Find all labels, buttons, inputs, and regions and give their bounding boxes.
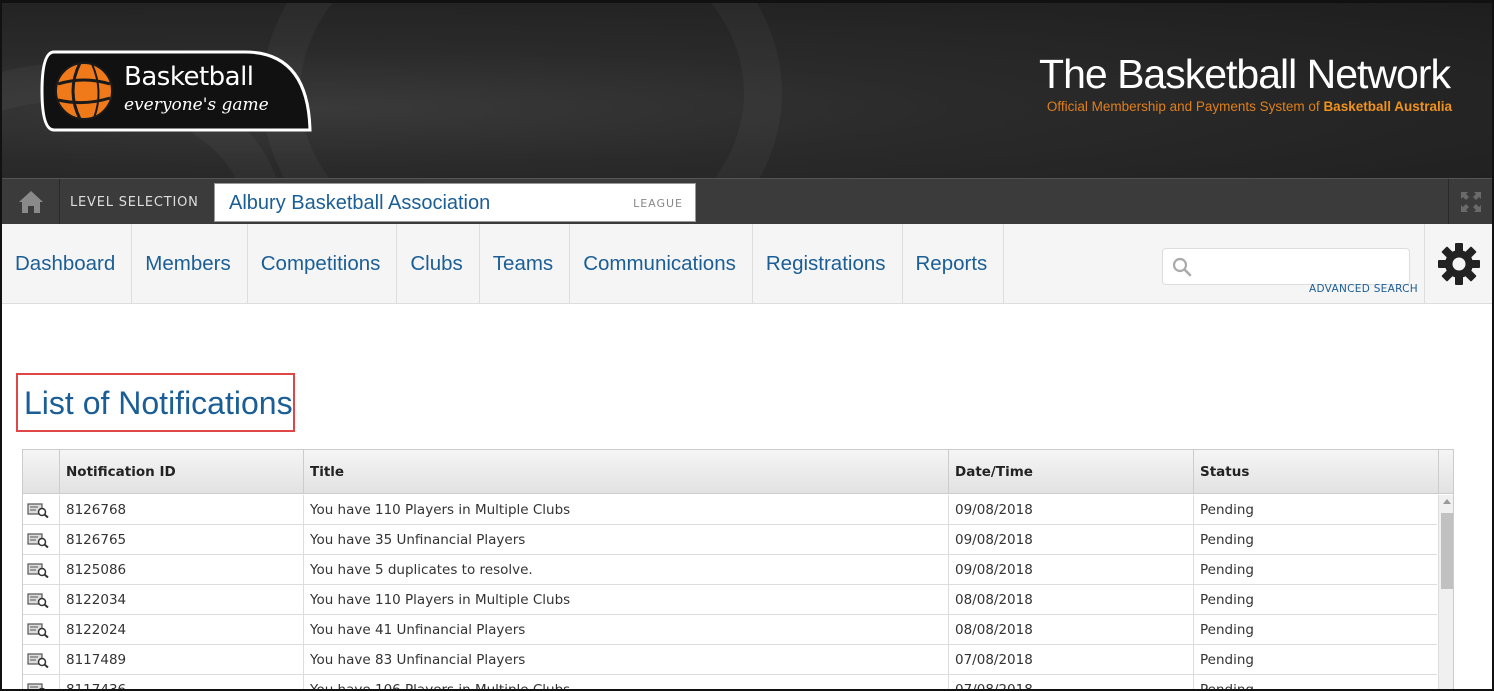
table-body: 8126768 You have 110 Players in Multiple…: [23, 495, 1437, 691]
app-frame: Basketball everyone's game The Basketbal…: [0, 0, 1494, 691]
level-selector[interactable]: Albury Basketball Association LEAGUE: [214, 183, 696, 222]
main-nav: Dashboard Members Competitions Clubs Tea…: [2, 224, 1492, 304]
datetime-cell: 07/08/2018: [949, 645, 1194, 675]
nav-item-teams[interactable]: Teams: [480, 224, 571, 304]
view-details-icon[interactable]: [27, 562, 49, 578]
settings-button[interactable]: [1424, 224, 1492, 304]
view-details-icon[interactable]: [27, 622, 49, 638]
notifications-table: Notification ID Title Date/Time Status 8…: [22, 449, 1454, 691]
brand-subtitle-prefix: Official Membership and Payments System …: [1046, 99, 1324, 114]
table-row[interactable]: 8117436 You have 106 Players in Multiple…: [23, 675, 1437, 691]
datetime-cell: 09/08/2018: [949, 525, 1194, 555]
search-box[interactable]: [1162, 248, 1410, 285]
title-cell: You have 41 Unfinancial Players: [304, 615, 949, 645]
header-view-column: [23, 450, 60, 494]
view-details-icon[interactable]: [27, 502, 49, 518]
scrollbar-thumb[interactable]: [1441, 513, 1453, 589]
nav-item-reports[interactable]: Reports: [903, 224, 1005, 304]
nav-item-competitions[interactable]: Competitions: [248, 224, 398, 304]
notification-id-cell: 8122024: [60, 615, 304, 645]
status-cell: Pending: [1200, 592, 1254, 608]
status-cell: Pending: [1200, 562, 1254, 578]
home-icon: [18, 191, 43, 213]
brand-subtitle-bold: Basketball Australia: [1323, 99, 1452, 114]
advanced-search-link[interactable]: ADVANCED SEARCH: [1309, 283, 1418, 295]
fullscreen-button[interactable]: [1448, 179, 1492, 225]
view-details-icon[interactable]: [27, 682, 49, 691]
notification-id-cell: 8117436: [60, 675, 304, 689]
nav-item-communications[interactable]: Communications: [570, 224, 753, 304]
nav-item-dashboard[interactable]: Dashboard: [2, 224, 133, 304]
status-cell: Pending: [1200, 532, 1254, 548]
notification-id-cell: 8126768: [60, 495, 304, 525]
view-details-icon[interactable]: [27, 592, 49, 608]
title-cell: You have 35 Unfinancial Players: [304, 525, 949, 555]
title-cell: You have 5 duplicates to resolve.: [304, 555, 949, 585]
notification-id-cell: 8117489: [60, 645, 304, 675]
level-selection-label: LEVEL SELECTION: [70, 195, 199, 210]
table-row[interactable]: 8117489 You have 83 Unfinancial Players …: [23, 645, 1437, 675]
title-cell: You have 83 Unfinancial Players: [304, 645, 949, 675]
page-title: List of Notifications: [24, 385, 293, 421]
datetime-cell: 09/08/2018: [949, 555, 1194, 585]
table-scrollbar[interactable]: [1438, 495, 1453, 689]
search-input[interactable]: [1199, 255, 1399, 279]
nav-items: Dashboard Members Competitions Clubs Tea…: [2, 224, 1005, 304]
view-cell: [23, 615, 60, 645]
table-row[interactable]: 8126765 You have 35 Unfinancial Players …: [23, 525, 1437, 555]
search-icon: [1172, 257, 1192, 277]
logo-text: Basketball: [124, 62, 254, 92]
datetime-cell: 08/08/2018: [949, 585, 1194, 615]
title-cell: You have 106 Players in Multiple Clubs: [304, 675, 949, 689]
level-type: LEAGUE: [633, 197, 683, 210]
datetime-cell: 07/08/2018: [949, 675, 1194, 689]
status-cell: Pending: [1200, 502, 1254, 518]
site-header: Basketball everyone's game The Basketbal…: [2, 3, 1492, 178]
header-status[interactable]: Status: [1194, 450, 1439, 494]
level-bar: LEVEL SELECTION Albury Basketball Associ…: [2, 178, 1492, 225]
title-cell: You have 110 Players in Multiple Clubs: [304, 495, 949, 525]
title-cell: You have 110 Players in Multiple Clubs: [304, 585, 949, 615]
view-cell: [23, 525, 60, 555]
nav-item-registrations[interactable]: Registrations: [753, 224, 903, 304]
view-cell: [23, 585, 60, 615]
view-cell: [23, 675, 60, 691]
view-details-icon[interactable]: [27, 532, 49, 548]
logo-tagline: everyone's game: [124, 95, 269, 115]
brand-title: The Basketball Network: [1039, 51, 1451, 97]
table-row[interactable]: 8125086 You have 5 duplicates to resolve…: [23, 555, 1437, 585]
header-datetime[interactable]: Date/Time: [949, 450, 1194, 494]
page-title-box: List of Notifications: [16, 373, 295, 432]
datetime-cell: 09/08/2018: [949, 495, 1194, 525]
table-row[interactable]: 8126768 You have 110 Players in Multiple…: [23, 495, 1437, 525]
table-header: Notification ID Title Date/Time Status: [23, 450, 1453, 494]
view-cell: [23, 645, 60, 675]
header-title[interactable]: Title: [304, 450, 949, 494]
notification-id-cell: 8125086: [60, 555, 304, 585]
datetime-cell: 08/08/2018: [949, 615, 1194, 645]
table-row[interactable]: 8122034 You have 110 Players in Multiple…: [23, 585, 1437, 615]
view-cell: [23, 495, 60, 525]
header-notification-id[interactable]: Notification ID: [60, 450, 304, 494]
status-cell: Pending: [1200, 652, 1254, 668]
scroll-up-icon[interactable]: [1443, 499, 1451, 504]
expand-icon: [1460, 192, 1481, 212]
notification-id-cell: 8122034: [60, 585, 304, 615]
nav-item-members[interactable]: Members: [132, 224, 248, 304]
status-cell: Pending: [1200, 622, 1254, 638]
basketball-logo[interactable]: Basketball everyone's game: [40, 48, 312, 134]
level-name: Albury Basketball Association: [229, 192, 491, 214]
status-cell: Pending: [1200, 682, 1254, 691]
nav-item-clubs[interactable]: Clubs: [397, 224, 480, 304]
notification-id-cell: 8126765: [60, 525, 304, 555]
view-details-icon[interactable]: [27, 652, 49, 668]
brand-subtitle: Official Membership and Payments System …: [1047, 99, 1452, 114]
gear-icon: [1437, 243, 1480, 285]
table-row[interactable]: 8122024 You have 41 Unfinancial Players …: [23, 615, 1437, 645]
view-cell: [23, 555, 60, 585]
home-button[interactable]: [2, 179, 60, 225]
